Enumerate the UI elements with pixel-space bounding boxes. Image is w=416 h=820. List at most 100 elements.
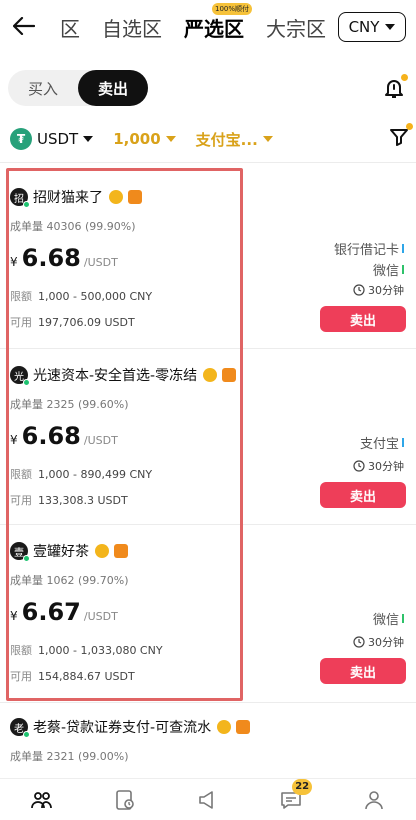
merchant-name: 老蔡-贷款证券支付-可查流水: [33, 720, 212, 736]
pay-time: 30分钟: [353, 634, 404, 650]
pay-time: 30分钟: [353, 282, 404, 298]
payment-method: 银行借记卡: [334, 238, 404, 259]
payment-methods: 微信: [373, 608, 404, 629]
clock-icon: [353, 460, 365, 472]
shield-badge-icon: [128, 190, 142, 204]
verified-badge-icon: [109, 190, 123, 204]
clock-icon: [353, 284, 365, 296]
amount-label: 1,000: [113, 130, 161, 148]
announcement-icon[interactable]: [195, 787, 221, 813]
shield-badge-icon: [236, 720, 251, 734]
available: 可用 133,308.3 USDT: [10, 494, 128, 507]
listing-item[interactable]: 招 招财猫来了 成单量 40306 (99.90%) ¥ 6.68 /USDT …: [0, 186, 416, 346]
merchant-name: 招财猫来了: [33, 190, 103, 206]
amount-filter[interactable]: 1,000: [113, 130, 176, 148]
tab-bulk[interactable]: 大宗区: [266, 13, 326, 42]
payment-methods: 支付宝: [360, 432, 404, 453]
merchant[interactable]: 老 老蔡-贷款证券支付-可查流水: [10, 716, 251, 738]
divider: [0, 162, 416, 163]
filter-dot: [406, 123, 413, 130]
merchant[interactable]: 壹 壹罐好茶: [10, 540, 128, 562]
tab-favorites[interactable]: 自选区: [102, 13, 162, 42]
online-dot: [23, 731, 30, 738]
listing-item[interactable]: 老 老蔡-贷款证券支付-可查流水 成单量 2321 (99.00%): [0, 716, 416, 776]
avatar: 光: [10, 366, 30, 386]
verified-badge-icon: [95, 544, 109, 558]
orders-icon[interactable]: [112, 787, 138, 813]
avatar: 招: [10, 188, 30, 208]
usdt-logo-icon: ₮: [10, 128, 32, 150]
buy-tab[interactable]: 买入: [8, 70, 78, 106]
notification-bell-icon[interactable]: [382, 74, 408, 100]
coin-filter[interactable]: ₮ USDT: [10, 128, 94, 150]
tab-zone[interactable]: 区: [60, 13, 80, 42]
order-stats: 成单量 40306 (99.90%): [10, 220, 136, 233]
limit: 限额 1,000 - 890,499 CNY: [10, 468, 153, 481]
sell-button[interactable]: 卖出: [320, 482, 406, 508]
filter-bar: ₮ USDT 1,000 支付宝...: [10, 123, 413, 152]
avatar: 壹: [10, 542, 30, 562]
available: 可用 154,884.67 USDT: [10, 670, 135, 683]
online-dot: [23, 201, 30, 208]
order-stats: 成单量 1062 (99.70%): [10, 574, 129, 587]
shield-badge-icon: [114, 544, 128, 558]
sell-button[interactable]: 卖出: [320, 658, 406, 684]
chevron-down-icon: [83, 136, 94, 142]
payment-method: 微信: [334, 259, 404, 280]
back-arrow-icon[interactable]: [10, 12, 38, 40]
payment-label: 支付宝...: [195, 130, 258, 149]
listing-item[interactable]: 光 光速资本-安全首选-零冻结 成单量 2325 (99.60%) ¥ 6.68…: [0, 364, 416, 524]
payment-color-bar: [402, 244, 404, 253]
price: ¥ 6.68 /USDT: [10, 422, 118, 450]
top-nav: 区 自选区 严选区 100%顺付 大宗区 CNY: [0, 0, 416, 56]
payment-color-bar: [402, 265, 404, 274]
payment-color-bar: [402, 614, 404, 623]
sell-tab[interactable]: 卖出: [78, 70, 148, 106]
payment-color-bar: [402, 438, 404, 447]
filter-funnel-icon[interactable]: [388, 123, 413, 148]
notification-dot: [401, 74, 408, 81]
message-badge: 22: [292, 778, 313, 795]
verified-badge-icon: [203, 368, 218, 382]
merchant[interactable]: 光 光速资本-安全首选-零冻结: [10, 364, 237, 386]
listing-item[interactable]: 壹 壹罐好茶 成单量 1062 (99.70%) ¥ 6.67 /USDT 限额…: [0, 540, 416, 700]
payment-method: 微信: [373, 608, 404, 629]
verified-badge-icon: [217, 720, 232, 734]
p2p-users-icon[interactable]: [29, 787, 55, 813]
merchant-name: 光速资本-安全首选-零冻结: [33, 368, 198, 384]
merchant[interactable]: 招 招财猫来了: [10, 186, 142, 208]
message-icon[interactable]: 22: [278, 778, 313, 813]
payment-filter[interactable]: 支付宝...: [196, 129, 273, 150]
payment-method: 支付宝: [360, 432, 404, 453]
chevron-down-icon: [262, 136, 273, 142]
available: 可用 197,706.09 USDT: [10, 316, 135, 329]
payment-methods: 银行借记卡 微信: [334, 238, 404, 280]
price: ¥ 6.68 /USDT: [10, 244, 118, 272]
divider: [0, 524, 416, 525]
online-dot: [23, 555, 30, 562]
sell-button[interactable]: 卖出: [320, 306, 406, 332]
divider: [0, 702, 416, 703]
chevron-down-icon: [165, 136, 176, 142]
limit: 限额 1,000 - 500,000 CNY: [10, 290, 153, 303]
online-dot: [23, 379, 30, 386]
avatar: 老: [10, 718, 30, 738]
pay-time: 30分钟: [353, 458, 404, 474]
buy-sell-toggle: 买入 卖出: [8, 70, 148, 106]
divider: [0, 348, 416, 349]
clock-icon: [353, 636, 365, 648]
market-tabs: 区 自选区 严选区 100%顺付 大宗区: [60, 2, 348, 42]
merchant-name: 壹罐好茶: [33, 544, 89, 560]
currency-select[interactable]: CNY: [338, 12, 406, 42]
chevron-down-icon: [385, 24, 396, 30]
coin-label: USDT: [37, 130, 79, 148]
order-stats: 成单量 2321 (99.00%): [10, 750, 129, 763]
price: ¥ 6.67 /USDT: [10, 598, 118, 626]
profile-icon[interactable]: [361, 787, 387, 813]
limit: 限额 1,000 - 1,033,080 CNY: [10, 644, 163, 657]
tab-selected[interactable]: 严选区 100%顺付: [184, 2, 253, 42]
tab-badge: 100%顺付: [212, 2, 253, 15]
currency-label: CNY: [348, 18, 380, 36]
shield-badge-icon: [222, 368, 237, 382]
bottom-nav: 22: [0, 778, 416, 820]
